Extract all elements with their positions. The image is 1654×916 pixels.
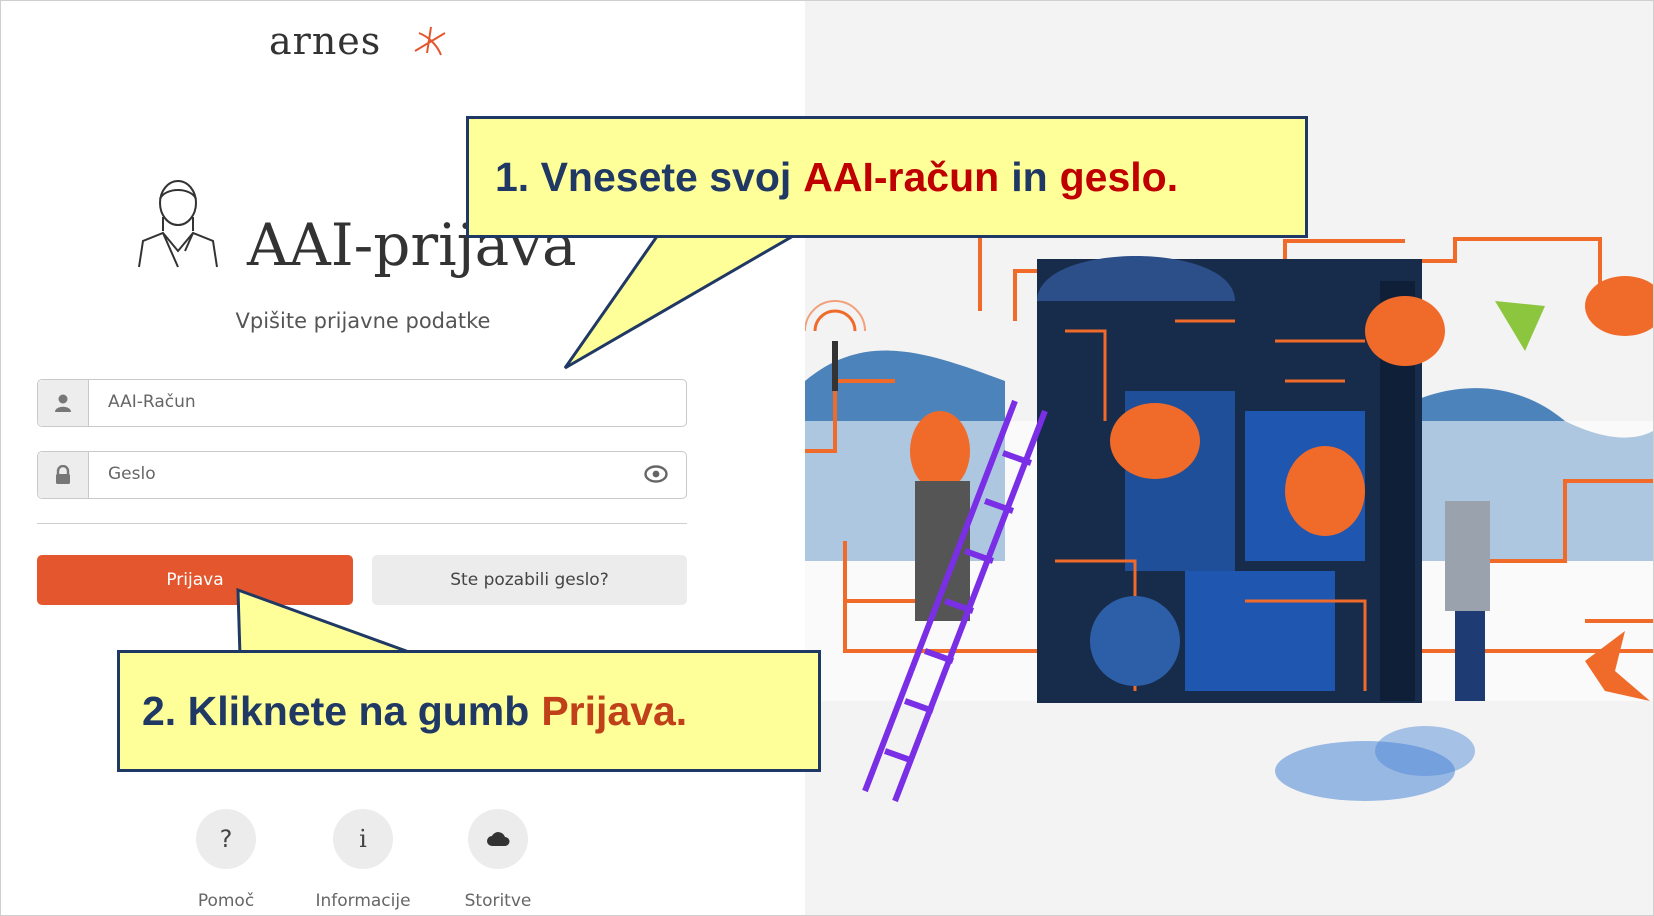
arnes-logo-icon — [414, 26, 446, 56]
username-placeholder: AAI-Račun — [108, 392, 196, 412]
callout-1-highlight-account: AAI-račun — [803, 153, 1000, 200]
callout-step-1: 1. Vnesete svoj AAI-račun in geslo. — [466, 116, 1308, 238]
forgot-password-button[interactable]: Ste pozabili geslo? — [372, 555, 687, 605]
cloud-icon — [487, 832, 510, 846]
arnes-logo-text: arnes — [269, 19, 382, 63]
user-avatar-icon — [138, 180, 218, 268]
callout-1-highlight-password: geslo. — [1059, 153, 1179, 200]
callout-2-prefix: 2. Kliknete na gumb — [142, 687, 530, 734]
lock-icon — [56, 465, 70, 484]
help-button[interactable]: ? — [196, 809, 256, 869]
services-button[interactable] — [468, 809, 528, 869]
callout-step-2: 2. Kliknete na gumb Prijava. — [117, 650, 821, 772]
username-field[interactable]: AAI-Račun — [37, 379, 687, 427]
question-mark-icon: ? — [219, 825, 233, 853]
info-label[interactable]: Informacije — [303, 891, 423, 911]
services-label[interactable]: Storitve — [438, 891, 558, 911]
form-divider — [37, 523, 687, 524]
info-button[interactable]: i — [333, 809, 393, 869]
password-placeholder: Geslo — [108, 464, 156, 484]
login-button[interactable]: Prijava — [37, 555, 353, 605]
page-subtitle: Vpišite prijavne podatke — [235, 309, 491, 333]
callout-2-highlight: Prijava. — [541, 687, 688, 734]
help-label[interactable]: Pomoč — [166, 891, 286, 911]
user-icon-addon — [38, 380, 89, 426]
password-field[interactable]: Geslo — [37, 451, 687, 499]
callout-1-prefix: 1. Vnesete svoj — [495, 153, 792, 200]
person-icon — [55, 394, 71, 412]
callout-1-middle: in — [1011, 153, 1048, 200]
info-icon: i — [359, 825, 367, 853]
lock-icon-addon — [38, 452, 89, 498]
show-password-eye-icon[interactable] — [644, 464, 668, 484]
